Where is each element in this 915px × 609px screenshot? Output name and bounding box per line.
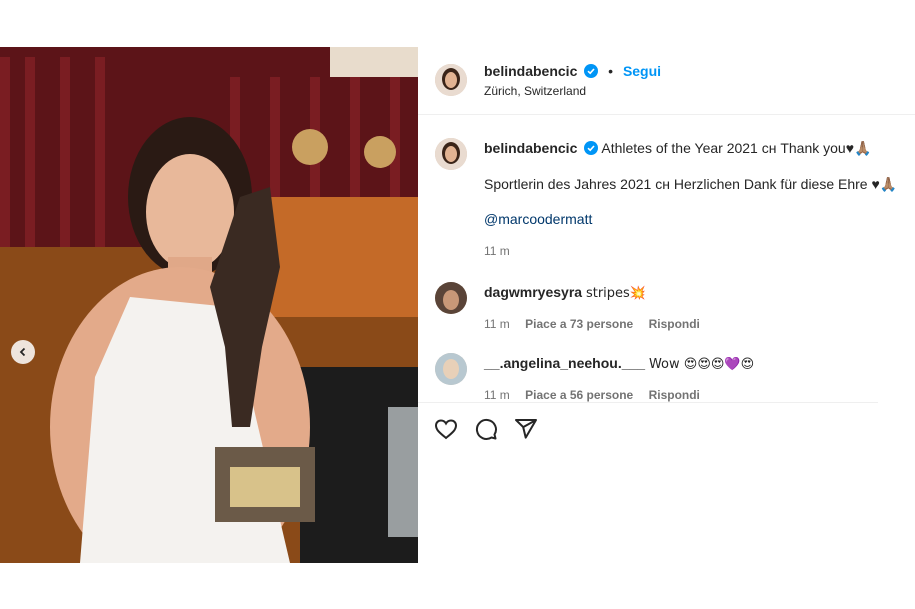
comment-time[interactable]: 11 m	[484, 317, 510, 331]
post-header: belindabencic • Segui Zürich, Switzerlan…	[418, 47, 915, 115]
post-image[interactable]	[0, 47, 418, 563]
comment-username[interactable]: dagwmryesyra	[484, 284, 582, 300]
caption-line-1: Athletes of the Year 2021 сн Thank you♥🙏…	[601, 140, 872, 156]
mention-link[interactable]: @marcoodermatt	[484, 211, 592, 227]
action-bar	[434, 417, 538, 441]
comment-time[interactable]: 11 m	[484, 388, 510, 402]
reply-button[interactable]: Rispondi	[649, 317, 700, 331]
photo-illustration	[0, 47, 418, 563]
avatar-image	[435, 353, 467, 385]
previous-image-button[interactable]	[11, 340, 35, 364]
verified-badge-icon	[584, 141, 599, 155]
chevron-left-icon	[19, 347, 26, 357]
separator-dot: •	[608, 63, 614, 79]
divider	[418, 402, 878, 403]
commenter-avatar[interactable]	[435, 282, 467, 314]
follow-button[interactable]: Segui	[623, 63, 661, 79]
comment-text: Wow 😍😍😍💜😍	[648, 357, 755, 372]
comment-icon[interactable]	[474, 417, 498, 441]
caption-avatar[interactable]	[435, 138, 467, 170]
avatar-image	[435, 282, 467, 314]
caption: belindabencic Athletes of the Year 2021 …	[484, 139, 904, 157]
comment-username[interactable]: __.angelina_neehou.___	[484, 355, 645, 371]
post-side-panel: belindabencic • Segui Zürich, Switzerlan…	[418, 47, 915, 563]
header-username[interactable]: belindabencic	[484, 63, 577, 79]
comment-likes[interactable]: Piace a 73 persone	[525, 317, 633, 331]
commenter-avatar[interactable]	[435, 353, 467, 385]
avatar-image	[435, 64, 467, 96]
reply-button[interactable]: Rispondi	[649, 388, 700, 402]
caption-username[interactable]: belindabencic	[484, 140, 577, 156]
heart-icon[interactable]	[434, 417, 458, 441]
avatar-image	[435, 138, 467, 170]
comment-likes[interactable]: Piace a 56 persone	[525, 388, 633, 402]
verified-badge-icon	[584, 64, 599, 78]
post-location[interactable]: Zürich, Switzerland	[484, 84, 586, 98]
caption-line-2: Sportlerin des Jahres 2021 сн Herzlichen…	[484, 176, 898, 192]
post-timestamp[interactable]: 11 m	[484, 244, 510, 258]
avatar[interactable]	[435, 64, 467, 96]
comments-scroll-area[interactable]: __.angelina_neehou.___ Wow 😍😍😍💜😍 11 m Pi…	[418, 347, 915, 402]
share-icon[interactable]	[514, 417, 538, 441]
comment-text: stripes💥	[585, 286, 646, 301]
